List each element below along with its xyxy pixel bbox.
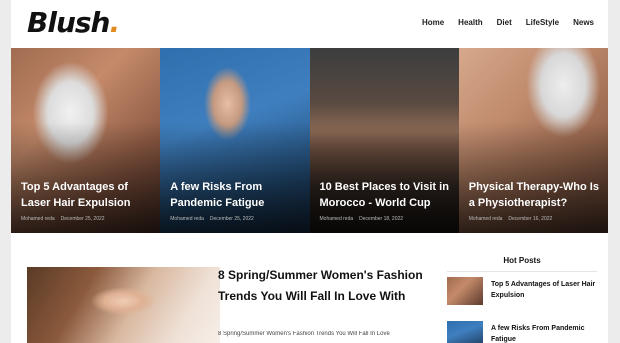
hero-card-author: Mohamed reda	[170, 216, 204, 222]
hero-card-author: Mohamed reda	[319, 216, 354, 222]
logo-dot: .	[109, 6, 120, 39]
logo-text: Blush	[27, 6, 110, 39]
hero-card-date: December 25, 2022	[60, 216, 105, 222]
nav-diet[interactable]: Diet	[497, 18, 512, 27]
featured-post-excerpt: 8 Spring/Summer Women's Fashion Trends Y…	[218, 331, 390, 337]
hero-card-meta: Mohamed reda December 25, 2022	[170, 216, 254, 222]
hot-post-thumbnail[interactable]	[447, 277, 483, 305]
hot-post-title[interactable]: A few Risks From Pandemic Fatigue	[491, 323, 597, 343]
hero-card[interactable]: A few Risks From Pandemic Fatigue Mohame…	[160, 48, 310, 233]
hero-card-date: December 25, 2022	[209, 216, 254, 222]
hero-grid: Top 5 Advantages of Laser Hair Expulsion…	[11, 48, 608, 233]
hero-card-title[interactable]: Physical Therapy-Who Is a Physiotherapis…	[469, 179, 600, 211]
hero-card-title[interactable]: Top 5 Advantages of Laser Hair Expulsion	[21, 179, 152, 211]
hero-card-title[interactable]: A few Risks From Pandemic Fatigue	[170, 179, 301, 211]
hero-card-title[interactable]: 10 Best Places to Visit in Morocco - Wor…	[320, 179, 451, 211]
hot-post-item[interactable]: A few Risks From Pandemic Fatigue	[447, 321, 597, 343]
page: Blush. Home Health Diet LifeStyle News T…	[11, 0, 608, 343]
hero-card[interactable]: 10 Best Places to Visit in Morocco - Wor…	[309, 48, 459, 233]
hero-card-author: Mohamed reda	[21, 216, 55, 222]
nav-news[interactable]: News	[573, 18, 594, 27]
hero-card-date: December 16, 2022	[508, 216, 553, 222]
hot-posts-heading: Hot Posts	[447, 256, 597, 272]
hot-post-item[interactable]: Top 5 Advantages of Laser Hair Expulsion	[447, 277, 597, 313]
site-logo[interactable]: Blush.	[27, 3, 120, 43]
hot-post-title[interactable]: Top 5 Advantages of Laser Hair Expulsion	[491, 279, 597, 301]
site-header: Blush. Home Health Diet LifeStyle News	[11, 0, 608, 48]
hero-card-meta: Mohamed reda December 16, 2022	[469, 216, 553, 222]
hero-card-meta: Mohamed reda December 18, 2022	[320, 216, 404, 222]
nav-lifestyle[interactable]: LifeStyle	[526, 18, 559, 27]
hero-card-meta: Mohamed reda December 25, 2022	[21, 216, 105, 222]
nav-health[interactable]: Health	[458, 18, 482, 27]
hot-post-thumbnail[interactable]	[447, 321, 483, 343]
hero-card-author: Mohamed reda	[468, 216, 503, 222]
hero-card[interactable]: Physical Therapy-Who Is a Physiotherapis…	[458, 48, 608, 233]
hot-posts-widget: Hot Posts Top 5 Advantages of Laser Hair…	[447, 256, 597, 343]
nav-home[interactable]: Home	[422, 18, 444, 27]
hero-card-date: December 18, 2022	[359, 216, 404, 222]
featured-post-image[interactable]	[27, 267, 220, 343]
hero-card[interactable]: Top 5 Advantages of Laser Hair Expulsion…	[11, 48, 161, 233]
main-nav: Home Health Diet LifeStyle News	[422, 18, 594, 27]
featured-post-title[interactable]: 8 Spring/Summer Women's Fashion Trends Y…	[218, 265, 423, 307]
